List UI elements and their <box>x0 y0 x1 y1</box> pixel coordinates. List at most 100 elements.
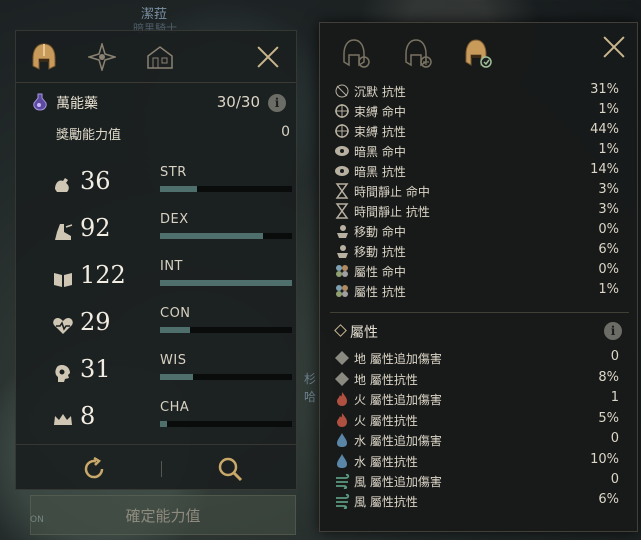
list-item: 風 屬性抗性 6% <box>334 491 619 511</box>
resist-value: 14% <box>590 162 619 177</box>
resist-label: 束縛 命中 <box>354 105 406 119</box>
stat-row-con: 29 CON <box>52 306 296 346</box>
close-stat-panel-button[interactable] <box>254 43 282 71</box>
compass-tab-icon[interactable] <box>86 41 118 73</box>
list-item: 時間靜止 抗性 3% <box>334 201 619 221</box>
stat-row-str: 36 STR <box>52 165 296 205</box>
resist-label: 屬性 抗性 <box>354 285 406 299</box>
stat-name: DEX <box>160 212 189 227</box>
water-icon <box>337 454 347 468</box>
wisdom-head-icon <box>55 365 70 382</box>
resist-label: 時間靜止 抗性 <box>354 205 430 219</box>
bonus-stat-row: 獎勵能力值 0 <box>54 124 290 144</box>
resist-value: 31% <box>590 82 619 97</box>
resist-value: 0% <box>598 222 619 237</box>
resist-value: 1% <box>598 102 619 117</box>
wind-icon <box>336 473 350 489</box>
fire-icon <box>337 392 347 406</box>
map-label-fragment: 哈 <box>304 390 317 404</box>
elixir-info-icon[interactable]: i <box>268 94 286 112</box>
charisma-crown-icon <box>54 414 72 425</box>
on-badge: ON <box>30 515 44 525</box>
list-item: 移動 抗性 6% <box>334 241 619 261</box>
resist-value: 3% <box>598 202 619 217</box>
intelligence-book-icon <box>54 273 72 287</box>
stat-bar <box>160 233 292 239</box>
element-value: 0 <box>610 349 619 364</box>
stat-value: 31 <box>80 355 111 383</box>
element-icon <box>336 265 348 277</box>
element-label: 水 屬性抗性 <box>354 455 418 469</box>
element-icon <box>336 285 348 297</box>
stat-value: 29 <box>80 308 111 336</box>
earth-icon <box>335 372 349 386</box>
attribute-section-title: 屬性 <box>350 325 378 341</box>
list-item: 屬性 抗性 1% <box>334 281 619 301</box>
elixir-label: 萬能藥 <box>56 96 98 112</box>
close-detail-panel-button[interactable] <box>600 33 628 61</box>
list-item: 時間靜止 命中 3% <box>334 181 619 201</box>
diamond-icon <box>334 324 347 337</box>
refresh-icon[interactable] <box>80 455 108 483</box>
helmet-defense-tab-icon[interactable] <box>400 35 436 71</box>
resist-value: 1% <box>598 142 619 157</box>
stat-bar-fill <box>160 280 292 286</box>
element-label: 火 屬性抗性 <box>354 414 418 428</box>
stat-value: 8 <box>80 402 96 430</box>
bonus-stat-label: 獎勵能力值 <box>56 128 122 143</box>
resistance-detail-panel: 沉默 抗性 31% 束縛 命中 1% 束縛 抗性 44% 暗黑 命中 1% 暗黑… <box>319 22 638 532</box>
stat-name: STR <box>160 165 187 180</box>
potion-icon <box>33 93 47 111</box>
element-value: 5% <box>598 411 619 426</box>
stat-value: 122 <box>80 261 126 289</box>
confirm-stats-button[interactable]: 確定能力值 <box>30 495 296 535</box>
dark-icon <box>335 166 349 176</box>
building-tab-icon[interactable] <box>144 41 176 73</box>
element-value: 0 <box>610 472 619 487</box>
fire-icon <box>337 413 347 427</box>
list-item: 束縛 命中 1% <box>334 101 619 121</box>
stat-row-cha: 8 CHA <box>52 400 296 440</box>
resist-value: 6% <box>598 242 619 257</box>
element-label: 地 屬性抗性 <box>354 373 418 387</box>
list-item: 暗黑 抗性 14% <box>334 161 619 181</box>
resist-label: 束縛 抗性 <box>354 125 406 139</box>
stat-row-dex: 92 DEX <box>52 212 296 252</box>
strength-arm-icon <box>55 178 69 192</box>
helmet-tab-icon[interactable] <box>28 41 60 73</box>
attribute-info-icon[interactable]: i <box>604 322 622 340</box>
hourglass-icon <box>335 203 349 219</box>
stat-name: INT <box>160 259 183 274</box>
water-icon <box>337 433 347 447</box>
detail-panel-tabs <box>320 23 637 83</box>
list-item: 沉默 抗性 31% <box>334 81 619 101</box>
map-label-fragment: 杉 <box>304 372 317 386</box>
stat-panel-tabs <box>16 31 296 83</box>
divider <box>330 312 629 313</box>
list-item: 暗黑 命中 1% <box>334 141 619 161</box>
resist-value: 44% <box>590 122 619 137</box>
list-item: 火 屬性追加傷害 1 <box>334 389 619 409</box>
resist-value: 0% <box>598 262 619 277</box>
helmet-attack-tab-icon[interactable] <box>338 35 374 71</box>
stat-value: 92 <box>80 214 111 242</box>
stat-bar <box>160 374 292 380</box>
dark-icon <box>335 146 349 156</box>
stat-bar-fill <box>160 233 263 239</box>
stat-bar <box>160 327 292 333</box>
element-label: 風 屬性追加傷害 <box>354 475 442 489</box>
resist-label: 沉默 抗性 <box>354 85 406 99</box>
resist-label: 移動 抗性 <box>354 245 406 259</box>
stat-bar-fill <box>160 186 197 192</box>
elixir-row: 萬能藥 30/30 i <box>32 91 294 113</box>
helmet-resist-tab-icon[interactable] <box>460 35 496 71</box>
list-item: 地 屬性抗性 8% <box>334 369 619 389</box>
bonus-stat-value: 0 <box>281 124 290 140</box>
list-item: 水 屬性抗性 10% <box>334 451 619 471</box>
stat-name: WIS <box>160 353 187 368</box>
bind-icon <box>335 104 349 118</box>
element-label: 風 屬性抗性 <box>354 495 418 509</box>
dexterity-boot-icon <box>55 224 73 240</box>
list-item: 火 屬性抗性 5% <box>334 410 619 430</box>
magnifier-icon[interactable] <box>216 455 244 483</box>
